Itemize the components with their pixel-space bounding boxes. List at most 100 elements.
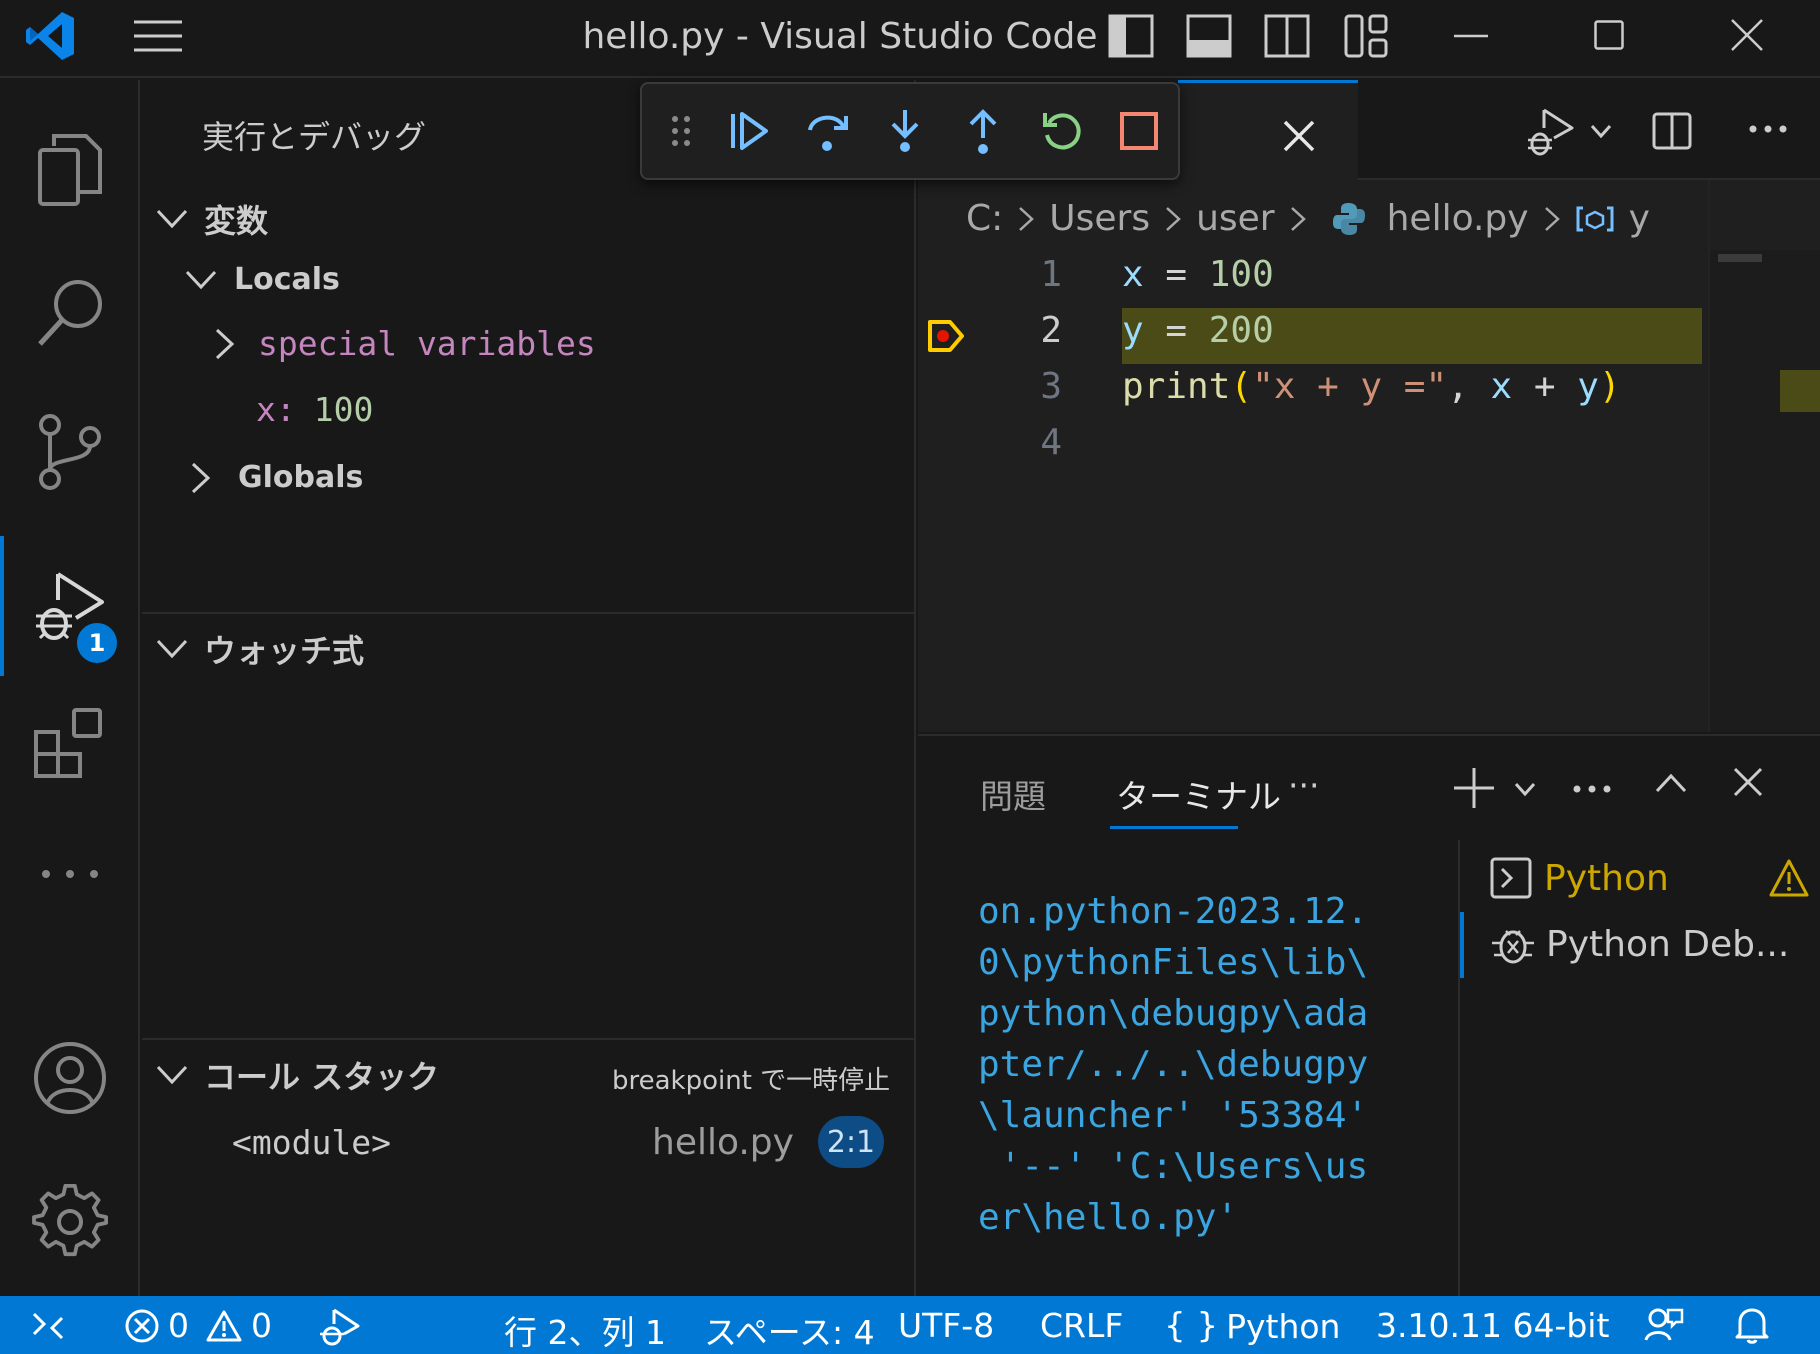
special-variables-label: special variables	[258, 324, 596, 363]
token: x	[1122, 254, 1144, 295]
terminal-name: Python Deb...	[1546, 923, 1790, 965]
sidebar-title: 実行とデバッグ	[202, 118, 427, 156]
terminal-output[interactable]: on.python-2023.12. 0\pythonFiles\lib\ py…	[978, 886, 1398, 1243]
gripper-icon[interactable]	[670, 114, 710, 148]
variables-section-header[interactable]: 変数	[152, 196, 268, 242]
terminal-name: Python	[1544, 857, 1669, 899]
frame-file: hello.py	[652, 1121, 794, 1163]
panel-more-icon[interactable]	[1572, 784, 1612, 794]
tab-problems[interactable]: 問題	[980, 770, 1046, 818]
call-stack-header-label: コール スタック	[204, 1058, 440, 1096]
new-terminal-icon[interactable]	[1452, 766, 1542, 810]
toggle-panel-icon[interactable]	[1186, 14, 1232, 58]
language-mode[interactable]: { } Python	[1164, 1306, 1340, 1346]
step-into-icon[interactable]	[866, 92, 944, 170]
settings-icon[interactable]	[0, 1162, 140, 1282]
continue-icon[interactable]	[710, 92, 788, 170]
cursor-position[interactable]: 行 2、列 1	[504, 1306, 666, 1354]
locals-label: Locals	[234, 262, 340, 297]
split-editor-icon[interactable]	[1652, 112, 1692, 150]
encoding[interactable]: UTF-8	[898, 1306, 994, 1345]
breadcrumb-file[interactable]: hello.py	[1387, 198, 1529, 239]
explorer-icon[interactable]	[0, 110, 140, 230]
run-debug-icon[interactable]: 1	[0, 536, 140, 676]
maximize-icon[interactable]	[1594, 20, 1624, 50]
chevron-right-icon	[191, 462, 211, 493]
token: "x + y ="	[1252, 366, 1448, 407]
chevron-right-icon	[1019, 206, 1035, 231]
restart-icon[interactable]	[1022, 92, 1100, 170]
token: (	[1230, 366, 1253, 407]
breadcrumb-user[interactable]: user	[1196, 198, 1275, 239]
terminal-list: Python Python Deb...	[1458, 840, 1820, 1300]
menu-icon[interactable]	[132, 18, 184, 54]
terminal-list-item[interactable]: Python Deb...	[1490, 914, 1820, 974]
chevron-right-icon	[215, 328, 235, 359]
variables-header-label: 変数	[204, 202, 269, 240]
watch-section-header[interactable]: ウォッチ式	[152, 626, 364, 672]
frame-name: <module>	[232, 1122, 391, 1162]
remote-icon[interactable]	[30, 1310, 66, 1342]
editor-tab-hello-py[interactable]	[1178, 80, 1358, 182]
warning-icon	[1769, 859, 1809, 897]
frame-position-badge: 2:1	[818, 1116, 884, 1168]
breadcrumb-users[interactable]: Users	[1049, 198, 1150, 239]
indentation[interactable]: スペース: 4	[704, 1306, 875, 1354]
account-icon[interactable]	[0, 1018, 140, 1138]
python-icon	[1332, 202, 1365, 235]
warning-count: 0	[251, 1306, 272, 1345]
panel-tabs-more[interactable]: ···	[1288, 766, 1319, 805]
step-out-icon[interactable]	[944, 92, 1022, 170]
run-debug-dropdown-icon[interactable]	[1520, 106, 1616, 158]
stop-icon[interactable]	[1100, 92, 1178, 170]
terminal-icon	[1490, 857, 1532, 899]
chevron-up-icon[interactable]	[1654, 772, 1688, 794]
call-stack-status: breakpoint で一時停止	[612, 1066, 891, 1096]
line-number: 3	[1040, 366, 1062, 407]
tab-terminal[interactable]: ターミナル	[1116, 770, 1281, 818]
feedback-icon[interactable]	[1644, 1306, 1684, 1344]
close-panel-icon[interactable]	[1732, 766, 1764, 798]
minimap[interactable]	[1710, 250, 1820, 732]
more-icon[interactable]	[0, 814, 140, 934]
toggle-secondary-sidebar-icon[interactable]	[1264, 14, 1310, 58]
problems-status[interactable]: 0 0	[124, 1306, 272, 1345]
source-control-icon[interactable]	[0, 392, 140, 512]
chevron-down-icon	[156, 209, 188, 229]
special-variables-node[interactable]: special variables	[214, 324, 596, 363]
terminal-list-selection	[1460, 912, 1464, 978]
search-icon[interactable]	[0, 252, 140, 372]
token: ,	[1447, 366, 1469, 407]
minimize-icon[interactable]	[1454, 34, 1488, 38]
bell-icon[interactable]	[1734, 1306, 1770, 1344]
code-line[interactable]: 3 print("x + y =", x + y)	[918, 366, 1718, 422]
close-tab-icon[interactable]	[1282, 119, 1316, 153]
line-number: 2	[1040, 310, 1062, 351]
variable-x-value: 100	[313, 390, 374, 429]
code-line[interactable]: 4	[918, 422, 1718, 478]
close-icon[interactable]	[1730, 18, 1764, 52]
step-over-icon[interactable]	[788, 92, 866, 170]
debug-status-icon[interactable]	[318, 1306, 364, 1346]
run-debug-sidebar: 実行とデバッグ 変数 Locals special variables x: 1…	[142, 80, 916, 1296]
locals-scope[interactable]: Locals	[184, 262, 340, 297]
editor-more-icon[interactable]	[1748, 124, 1788, 134]
chevron-right-icon	[1166, 206, 1181, 231]
end-of-line[interactable]: CRLF	[1040, 1306, 1123, 1345]
code-line-current[interactable]: 2 y = 200	[918, 310, 1718, 366]
error-icon	[125, 1309, 159, 1342]
python-interpreter[interactable]: 3.10.11 64-bit	[1376, 1306, 1609, 1345]
breadcrumb-symbol[interactable]: y	[1629, 198, 1650, 239]
terminal-list-item[interactable]: Python	[1490, 848, 1820, 908]
breadcrumb-drive[interactable]: C:	[966, 198, 1003, 239]
call-stack-section-header[interactable]: コール スタック	[152, 1052, 439, 1098]
variable-x[interactable]: x: 100	[256, 390, 373, 429]
globals-scope[interactable]: Globals	[190, 460, 363, 495]
chevron-down-icon	[156, 1065, 188, 1085]
toggle-sidebar-icon[interactable]	[1108, 14, 1154, 58]
code-line[interactable]: 1 x = 100	[918, 254, 1718, 310]
extensions-icon[interactable]	[0, 684, 140, 804]
token: x	[1490, 366, 1513, 407]
call-stack-frame[interactable]: <module> hello.py 2:1	[142, 1110, 914, 1174]
customize-layout-icon[interactable]	[1344, 14, 1388, 58]
